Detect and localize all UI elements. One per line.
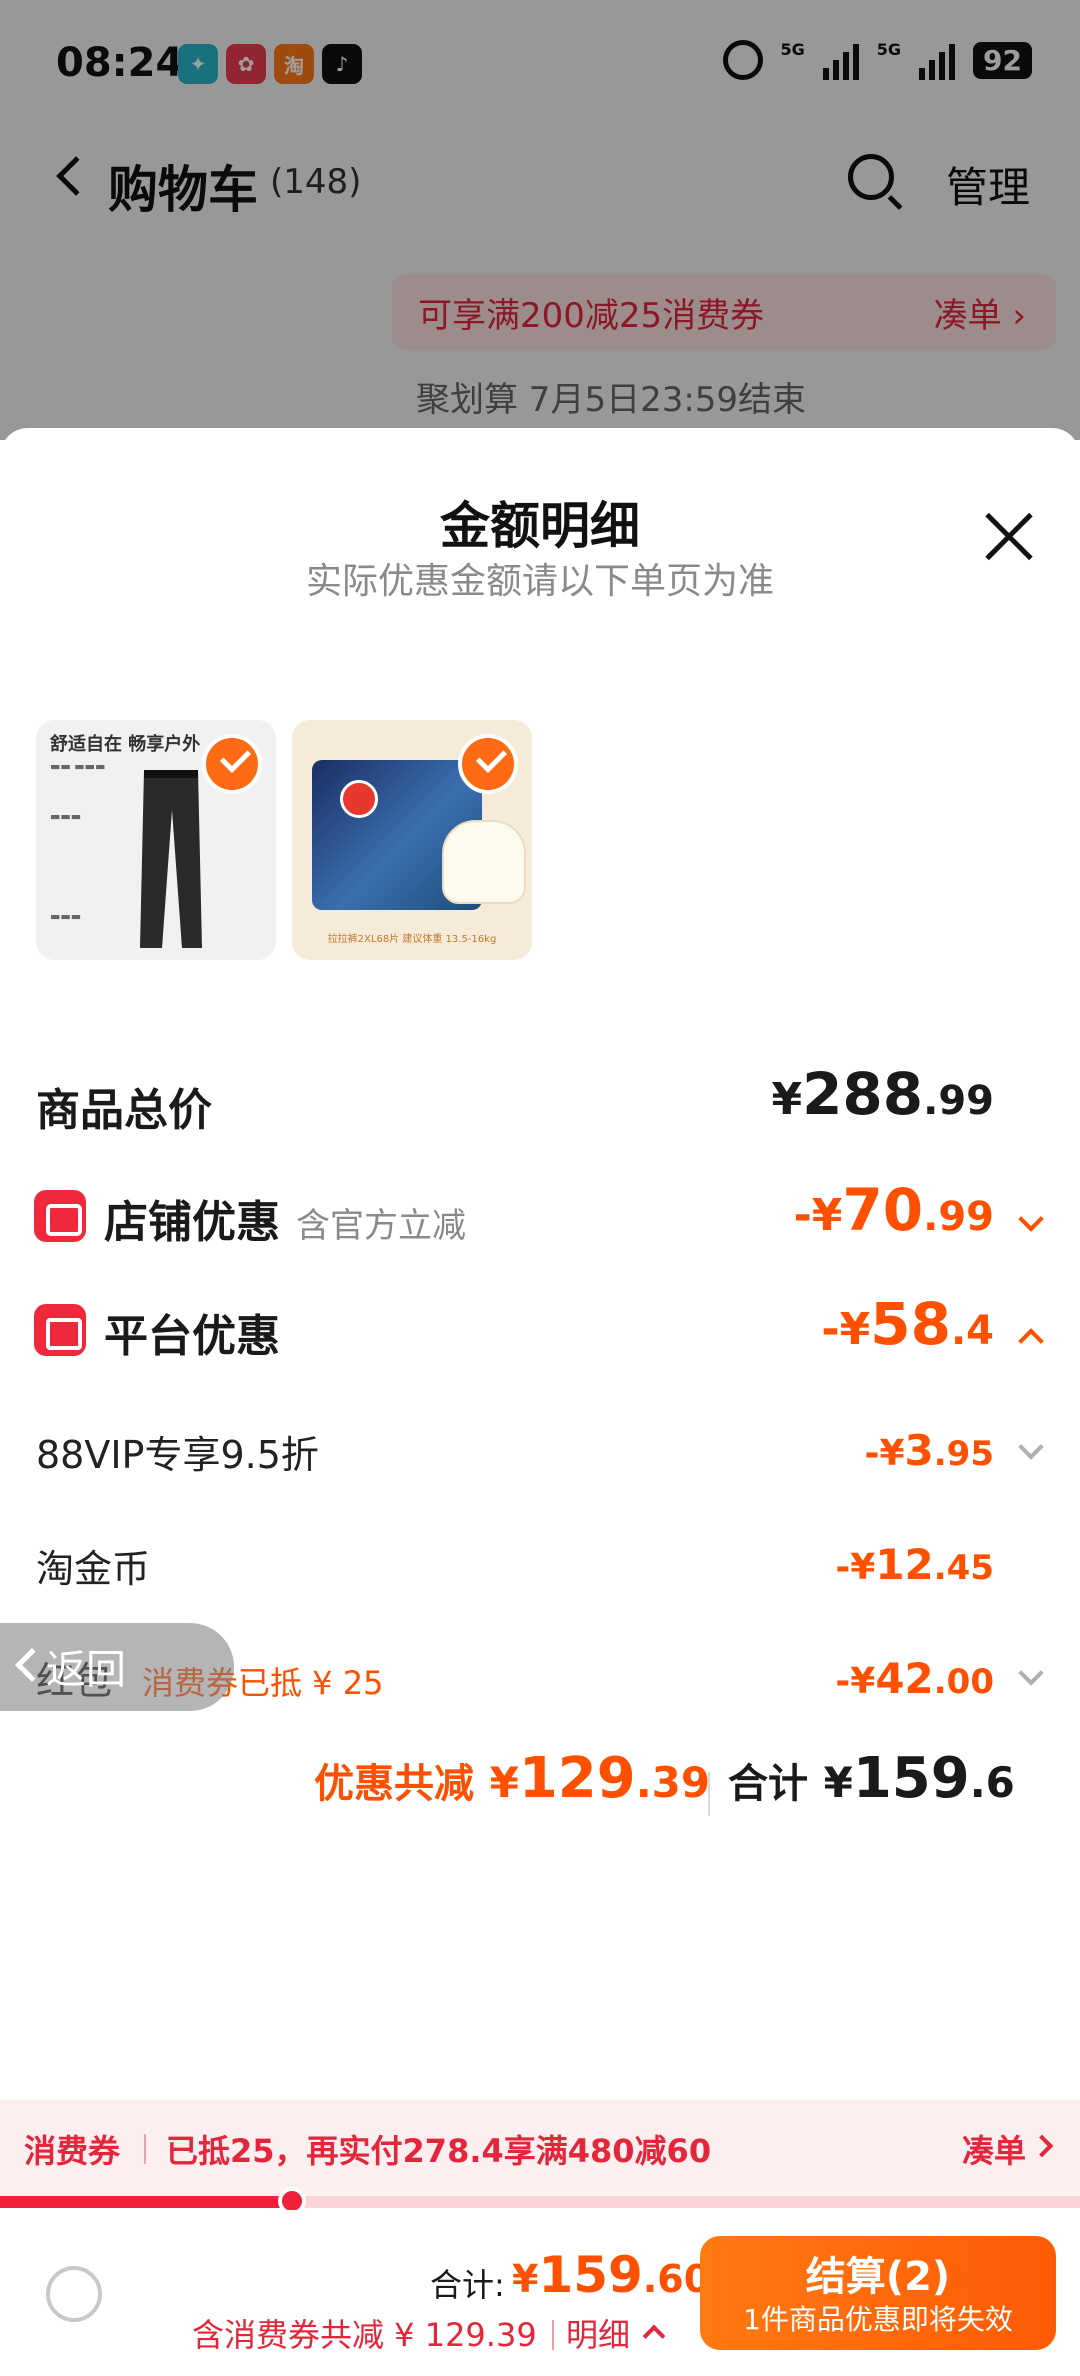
total-price-label: 商品总价 [36, 1085, 212, 1136]
close-icon[interactable] [982, 510, 1036, 564]
checkout-label: 结算(2) [805, 2254, 951, 2300]
coupon-separator [144, 2134, 146, 2164]
product-thumbnail-diapers[interactable]: 拉拉裤2XL68片 建议体重 13.5-16kg [292, 720, 532, 960]
amount-detail-sheet: 金额明细 实际优惠金额请以下单页为准 舒适自在 畅享户外 ▬▬ ▬▬▬ ▬▬▬ … [0, 428, 1080, 2376]
coupon-bar[interactable]: 消费券 已抵25，再实付278.4享满480减60 凑单 [0, 2100, 1080, 2196]
checkout-button[interactable]: 结算(2) 1件商品优惠即将失效 [700, 2236, 1056, 2350]
chevron-down-icon[interactable] [1018, 1206, 1044, 1232]
progress-fill [0, 2196, 292, 2208]
selected-check-icon[interactable] [202, 734, 262, 794]
shop-discount-note: 含官方立减 [296, 1206, 466, 1246]
add-items-link[interactable]: 凑单 [962, 2126, 1026, 2172]
back-label: 返回 [46, 1647, 126, 1693]
coupon-progress-bar [0, 2187, 1080, 2215]
vip-discount-label: 88VIP专享9.5折 [36, 1433, 319, 1477]
pants-image [140, 770, 202, 948]
coupon-label: 消费券 [24, 2132, 121, 2170]
vip-discount-value[interactable]: -¥3.95 [865, 1426, 994, 1475]
selected-check-icon[interactable] [458, 734, 518, 794]
sheet-subtitle: 实际优惠金额请以下单页为准 [305, 561, 774, 602]
platform-discount-value[interactable]: -¥58.4 [821, 1290, 994, 1358]
sheet-title: 金额明细 [440, 497, 640, 555]
cart-page-background: 08:24 ✦ ✿ 淘 ♪ 5G 5G 92 购物车 (148) 管理 可享满2… [0, 0, 1080, 440]
product-footer: 拉拉裤2XL68片 建议体重 13.5-16kg [327, 934, 497, 945]
total-price-value: ¥288.99 [771, 1060, 994, 1128]
detail-toggle[interactable]: 明细 [566, 2310, 630, 2356]
floating-back-button[interactable]: 返回 [0, 1623, 234, 1711]
brand-badge-icon [340, 780, 378, 818]
sum-price: ¥159.60 [512, 2246, 711, 2304]
sum-separator [552, 2320, 554, 2350]
chevron-left-icon [15, 1648, 49, 1682]
coins-value: -¥12.45 [835, 1540, 994, 1589]
coupon-icon [34, 1304, 86, 1356]
checkout-bar: 合计: ¥159.60 含消费券共减 ¥ 129.39 明细 结算(2) 1件商… [0, 2210, 1080, 2376]
chevron-right-icon [1030, 2134, 1054, 2158]
diaper-image [442, 820, 526, 904]
sum-label: 合计: [430, 2266, 505, 2304]
total-summary: 合计 ¥159.6 [728, 1746, 1015, 1811]
shop-discount-label: 店铺优惠 [104, 1197, 280, 1248]
coins-label: 淘金币 [36, 1547, 151, 1591]
product-thumbnail-pants[interactable]: 舒适自在 畅享户外 ▬▬ ▬▬▬ ▬▬▬ ▬▬▬ [36, 720, 276, 960]
coupon-message: 已抵25，再实付278.4享满480减60 [166, 2132, 712, 2170]
checkout-warning: 1件商品优惠即将失效 [743, 2303, 1013, 2336]
shop-discount-value[interactable]: -¥70.99 [794, 1176, 994, 1244]
chevron-down-icon[interactable] [1018, 1660, 1044, 1686]
chevron-down-icon[interactable] [1018, 1434, 1044, 1460]
summary-divider [708, 1772, 710, 1816]
chevron-up-icon[interactable] [1018, 1328, 1044, 1354]
product-headline: 舒适自在 畅享户外 [50, 734, 201, 755]
chevron-up-icon[interactable] [642, 2324, 666, 2348]
platform-discount-label: 平台优惠 [104, 1311, 280, 1362]
shop-icon [34, 1190, 86, 1242]
red-packet-value[interactable]: -¥42.00 [835, 1654, 994, 1703]
dim-overlay[interactable] [0, 0, 1080, 440]
select-all-checkbox[interactable] [46, 2266, 102, 2322]
sum-discount-note: 含消费券共减 ¥ 129.39 [192, 2316, 537, 2354]
discount-summary: 优惠共减 ¥129.39 [314, 1746, 711, 1811]
